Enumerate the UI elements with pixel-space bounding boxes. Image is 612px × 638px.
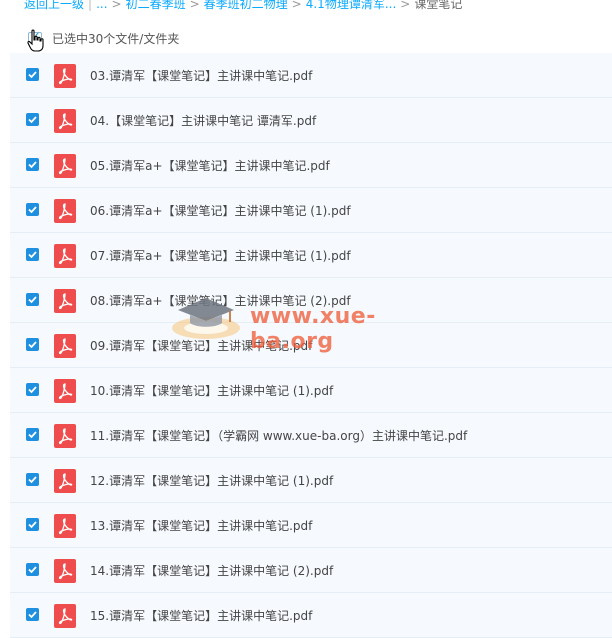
pdf-icon [54, 64, 76, 88]
pdf-icon [54, 154, 76, 178]
check-icon [28, 476, 37, 484]
row-checkbox[interactable] [26, 293, 39, 306]
check-icon [28, 431, 37, 439]
check-icon [28, 341, 37, 349]
file-name-link[interactable]: 15.谭清军【课堂笔记】主讲课中笔记.pdf [90, 607, 312, 624]
breadcrumb-item-c1[interactable]: 初二春季班 [126, 0, 186, 11]
check-icon [28, 116, 37, 124]
row-checkbox[interactable] [26, 428, 39, 441]
file-name-link[interactable]: 08.谭清军a+【课堂笔记】主讲课中笔记 (2).pdf [90, 292, 351, 309]
file-row[interactable]: 07.谭清军a+【课堂笔记】主讲课中笔记 (1).pdf [10, 233, 612, 278]
breadcrumb-pipe: | [88, 0, 93, 11]
hand-cursor-icon [27, 29, 44, 52]
pdf-icon [54, 424, 76, 448]
file-row[interactable]: 09.谭清军【课堂笔记】主讲课中笔记.pdf [10, 323, 612, 368]
file-row[interactable]: 08.谭清军a+【课堂笔记】主讲课中笔记 (2).pdf [10, 278, 612, 323]
row-checkbox[interactable] [26, 563, 39, 576]
pdf-icon [54, 604, 76, 628]
file-name-link[interactable]: 09.谭清军【课堂笔记】主讲课中笔记.pdf [90, 337, 312, 354]
row-checkbox[interactable] [26, 203, 39, 216]
file-row[interactable]: 03.谭清军【课堂笔记】主讲课中笔记.pdf [10, 53, 612, 98]
breadcrumb: 返回上一级 |... > 初二春季班 > 春季班初二物理 >4.1物理谭清军... > 课堂笔记 [24, 0, 462, 13]
breadcrumb-separator: > [111, 0, 122, 11]
file-row[interactable]: 11.谭清军【课堂笔记】（学霸网 www.xue-ba.org）主讲课中笔记.p… [10, 413, 612, 458]
check-icon [28, 251, 37, 259]
pdf-icon [54, 109, 76, 133]
check-icon [28, 566, 37, 574]
pdf-icon [54, 199, 76, 223]
breadcrumb-separator: > [400, 0, 411, 11]
file-name-link[interactable]: 07.谭清军a+【课堂笔记】主讲课中笔记 (1).pdf [90, 247, 351, 264]
file-name-link[interactable]: 12.谭清军【课堂笔记】主讲课中笔记 (1).pdf [90, 472, 333, 489]
pdf-icon [54, 334, 76, 358]
file-name-link[interactable]: 06.谭清军a+【课堂笔记】主讲课中笔记 (1).pdf [90, 202, 351, 219]
check-icon [28, 386, 37, 394]
file-name-link[interactable]: 03.谭清军【课堂笔记】主讲课中笔记.pdf [90, 67, 312, 84]
pdf-icon [54, 379, 76, 403]
file-list: 03.谭清军【课堂笔记】主讲课中笔记.pdf 04.【课堂笔记】主讲课中笔记 谭… [10, 53, 612, 638]
selection-bar: ✓ 已选中30个文件/文件夹 [10, 25, 612, 53]
check-icon [28, 611, 37, 619]
pdf-icon [54, 469, 76, 493]
row-checkbox[interactable] [26, 383, 39, 396]
file-row[interactable]: 06.谭清军a+【课堂笔记】主讲课中笔记 (1).pdf [10, 188, 612, 233]
row-checkbox[interactable] [26, 338, 39, 351]
file-name-link[interactable]: 14.谭清军【课堂笔记】主讲课中笔记 (2).pdf [90, 562, 333, 579]
pdf-icon [54, 559, 76, 583]
file-name-link[interactable]: 11.谭清军【课堂笔记】（学霸网 www.xue-ba.org）主讲课中笔记.p… [90, 427, 467, 444]
breadcrumb-item-c2[interactable]: 春季班初二物理 [204, 0, 288, 11]
row-checkbox[interactable] [26, 248, 39, 261]
file-row[interactable]: 14.谭清军【课堂笔记】主讲课中笔记 (2).pdf [10, 548, 612, 593]
row-checkbox[interactable] [26, 473, 39, 486]
file-row[interactable]: 10.谭清军【课堂笔记】主讲课中笔记 (1).pdf [10, 368, 612, 413]
row-checkbox[interactable] [26, 518, 39, 531]
file-name-link[interactable]: 05.谭清军a+【课堂笔记】主讲课中笔记.pdf [90, 157, 330, 174]
check-icon [28, 161, 37, 169]
file-row[interactable]: 12.谭清军【课堂笔记】主讲课中笔记 (1).pdf [10, 458, 612, 503]
file-name-link[interactable]: 13.谭清军【课堂笔记】主讲课中笔记.pdf [90, 517, 312, 534]
check-icon [28, 521, 37, 529]
file-row[interactable]: 15.谭清军【课堂笔记】主讲课中笔记.pdf [10, 593, 612, 638]
row-checkbox[interactable] [26, 608, 39, 621]
file-name-link[interactable]: 04.【课堂笔记】主讲课中笔记 谭清军.pdf [90, 112, 316, 129]
breadcrumb-separator: > [291, 0, 302, 11]
file-row[interactable]: 04.【课堂笔记】主讲课中笔记 谭清军.pdf [10, 98, 612, 143]
check-icon [28, 296, 37, 304]
check-icon [28, 206, 37, 214]
row-checkbox[interactable] [26, 158, 39, 171]
file-name-link[interactable]: 10.谭清军【课堂笔记】主讲课中笔记 (1).pdf [90, 382, 333, 399]
selection-summary: 已选中30个文件/文件夹 [52, 32, 180, 46]
breadcrumb-ellipsis-link[interactable]: ... [96, 0, 107, 11]
breadcrumb-separator: > [189, 0, 200, 11]
row-checkbox[interactable] [26, 113, 39, 126]
file-row[interactable]: 13.谭清军【课堂笔记】主讲课中笔记.pdf [10, 503, 612, 548]
pdf-icon [54, 244, 76, 268]
breadcrumb-back-link[interactable]: 返回上一级 [24, 0, 84, 11]
check-icon [28, 71, 37, 79]
pdf-icon [54, 514, 76, 538]
breadcrumb-current: 课堂笔记 [414, 0, 463, 11]
file-row[interactable]: 05.谭清军a+【课堂笔记】主讲课中笔记.pdf [10, 143, 612, 188]
breadcrumb-item-c3[interactable]: 4.1物理谭清军... [306, 0, 397, 11]
row-checkbox[interactable] [26, 68, 39, 81]
pdf-icon [54, 289, 76, 313]
